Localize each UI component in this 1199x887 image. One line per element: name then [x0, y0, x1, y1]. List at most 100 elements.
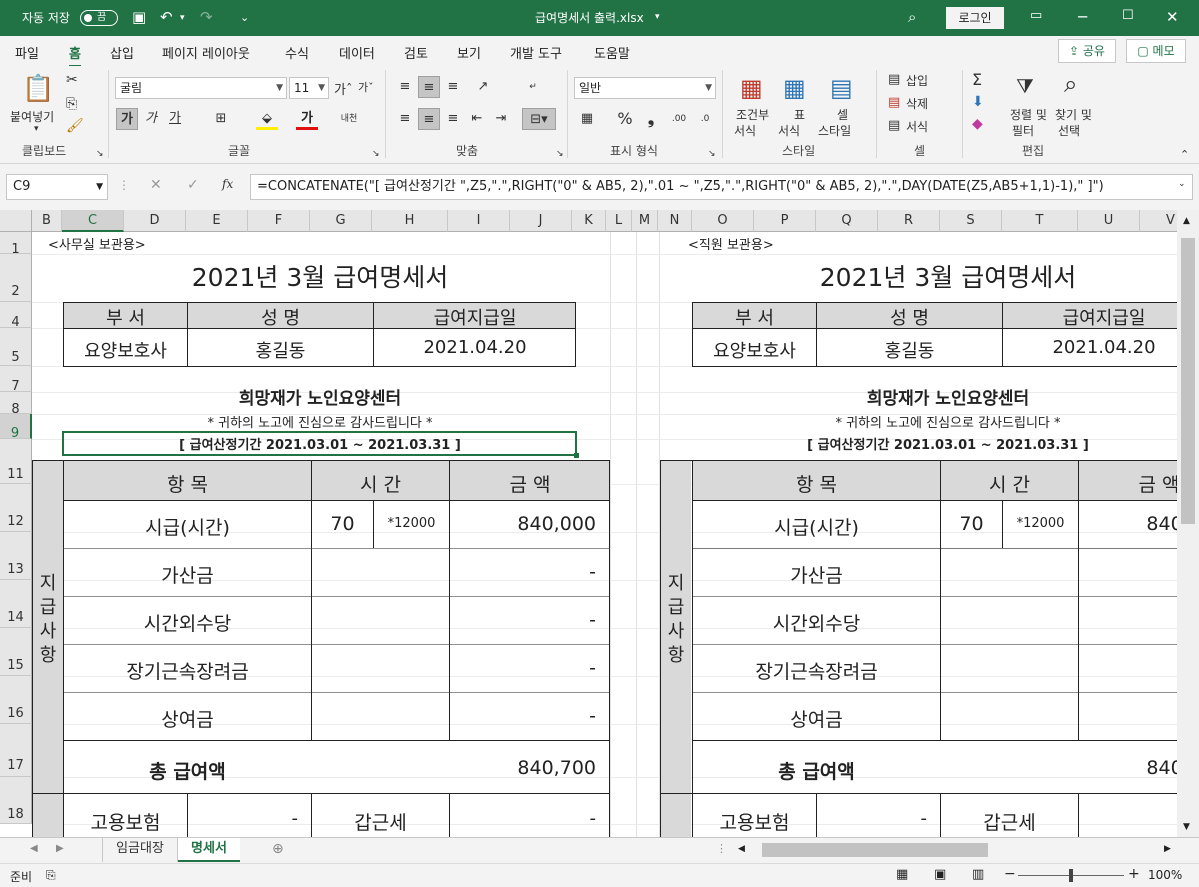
wrap-text-icon[interactable]: ↵ — [522, 76, 544, 98]
confirm-entry-icon[interactable]: ✓ — [187, 177, 199, 193]
format-cells-label[interactable]: 서식 — [906, 118, 928, 135]
horizontal-scroll-thumb[interactable] — [762, 843, 988, 857]
format-painter-icon[interactable]: 🖌 — [66, 118, 84, 134]
cut-icon[interactable]: ✂ — [66, 72, 78, 88]
sheet-tab-payroll[interactable]: 임금대장 — [102, 838, 178, 862]
undo-icon[interactable]: ↶ — [160, 8, 173, 26]
sheet-tab-payslip[interactable]: 명세서 — [178, 838, 240, 862]
conditional-format-label2[interactable]: 서식 — [734, 122, 756, 139]
align-right-icon[interactable]: ≡ — [442, 108, 464, 130]
share-button[interactable]: ⇪ 공유 — [1058, 39, 1116, 63]
add-sheet-icon[interactable]: ⊕ — [272, 841, 284, 857]
insert-cells-label[interactable]: 삽입 — [906, 72, 928, 89]
vertical-scrollbar[interactable]: ▲ ▼ — [1177, 210, 1199, 837]
insert-cells-icon[interactable]: ▤ — [888, 72, 900, 87]
align-middle-icon[interactable]: ≡ — [418, 76, 440, 98]
tab-developer[interactable]: 개발 도구 — [510, 43, 562, 62]
phonetic-icon[interactable]: 내천 — [338, 108, 360, 130]
align-top-icon[interactable]: ≡ — [394, 76, 416, 98]
tab-page-layout[interactable]: 페이지 레이아웃 — [162, 43, 250, 62]
zoom-slider-thumb[interactable] — [1069, 869, 1073, 882]
tab-home[interactable]: 홈 — [69, 43, 81, 67]
increase-font-icon[interactable]: 가ˆ — [334, 79, 352, 98]
underline-icon[interactable]: 가 — [164, 108, 186, 130]
increase-decimal-icon[interactable]: .00 — [668, 108, 690, 130]
conditional-format-icon[interactable]: ▦ — [740, 74, 763, 102]
conditional-format-label[interactable]: 조건부 — [736, 106, 769, 123]
vertical-scroll-thumb[interactable] — [1181, 238, 1195, 524]
zoom-level[interactable]: 100% — [1148, 868, 1182, 882]
decrease-decimal-icon[interactable]: .0 — [694, 108, 716, 130]
autosave-toggle[interactable]: 끔 — [80, 10, 118, 26]
percent-icon[interactable]: % — [614, 108, 636, 130]
format-as-table-label2[interactable]: 서식 — [778, 122, 800, 139]
search-icon[interactable]: ⌕ — [908, 8, 916, 26]
font-launcher-icon[interactable]: ↘ — [372, 149, 380, 159]
number-launcher-icon[interactable]: ↘ — [708, 149, 716, 159]
increase-indent-icon[interactable]: ⇥ — [490, 108, 512, 130]
tab-file[interactable]: 파일 — [15, 43, 39, 62]
sort-filter-label[interactable]: 정렬 및 — [1010, 106, 1047, 123]
save-icon[interactable]: ▣ — [132, 8, 146, 26]
scroll-left-icon[interactable]: ◀ — [738, 844, 745, 854]
paste-icon[interactable]: 📋 — [22, 74, 54, 104]
paste-dropdown-icon[interactable]: ▾ — [34, 124, 39, 134]
customize-qat-icon[interactable]: ⌄ — [240, 11, 249, 24]
prev-sheet-icon[interactable]: ◀ — [30, 843, 38, 854]
sort-filter-icon[interactable]: ⧩ — [1016, 74, 1034, 98]
zoom-in-icon[interactable]: + — [1128, 866, 1140, 882]
number-format-combo[interactable]: 일반 ▼ — [574, 77, 716, 99]
alignment-launcher-icon[interactable]: ↘ — [556, 149, 564, 159]
expand-formula-icon[interactable]: ⌄ — [1178, 179, 1186, 189]
cancel-entry-icon[interactable]: ✕ — [150, 177, 162, 193]
maximize-icon[interactable]: ☐ — [1122, 8, 1134, 23]
formula-input[interactable]: =CONCATENATE("[ 급여산정기간 ",Z5,".",RIGHT("0… — [250, 174, 1193, 200]
insert-function-icon[interactable]: fx — [222, 177, 233, 191]
cell-styles-label[interactable]: 셀 — [837, 106, 848, 123]
close-icon[interactable]: ✕ — [1166, 8, 1179, 26]
comma-icon[interactable]: ❟ — [640, 108, 662, 130]
bold-icon[interactable]: 가 — [116, 108, 138, 130]
tab-split-icon[interactable]: ⋮ — [716, 842, 727, 855]
login-button[interactable]: 로그인 — [946, 7, 1004, 29]
copy-icon[interactable]: ⎘ — [66, 96, 77, 112]
accounting-format-icon[interactable]: ▦ — [576, 108, 598, 130]
zoom-out-icon[interactable]: − — [1004, 866, 1016, 882]
orientation-icon[interactable]: ↗ — [472, 76, 494, 98]
format-as-table-icon[interactable]: ▦ — [783, 74, 806, 102]
sort-filter-label2[interactable]: 필터 — [1012, 122, 1034, 139]
autosum-icon[interactable]: Σ — [972, 70, 982, 89]
cell-styles-icon[interactable]: ▤ — [830, 74, 853, 102]
border-icon[interactable]: ⊞ — [210, 108, 232, 130]
clipboard-launcher-icon[interactable]: ↘ — [96, 149, 104, 159]
decrease-indent-icon[interactable]: ⇤ — [466, 108, 488, 130]
title-dropdown-icon[interactable]: ▾ — [655, 12, 660, 22]
tab-view[interactable]: 보기 — [457, 43, 481, 62]
clear-icon[interactable]: ◆ — [972, 116, 983, 132]
scroll-right-icon[interactable]: ▶ — [1164, 844, 1171, 854]
delete-cells-icon[interactable]: ▤ — [888, 95, 900, 110]
tab-formulas[interactable]: 수식 — [285, 43, 309, 62]
page-break-view-icon[interactable]: ▥ — [972, 867, 984, 882]
next-sheet-icon[interactable]: ▶ — [56, 843, 64, 854]
scroll-down-icon[interactable]: ▼ — [1183, 822, 1190, 832]
scroll-up-icon[interactable]: ▲ — [1183, 216, 1190, 226]
tab-insert[interactable]: 삽입 — [110, 43, 134, 62]
align-center-icon[interactable]: ≡ — [418, 108, 440, 130]
collapse-ribbon-icon[interactable]: ⌃ — [1180, 148, 1189, 161]
align-bottom-icon[interactable]: ≡ — [442, 76, 464, 98]
find-icon[interactable]: ⌕ — [1064, 70, 1077, 98]
cell-styles-label2[interactable]: 스타일 — [818, 122, 851, 139]
font-name-combo[interactable]: 굴림 ▼ — [115, 77, 287, 99]
paste-label[interactable]: 붙여넣기 — [10, 108, 54, 125]
worksheet-grid[interactable]: BCDEFGHIJKLMNOPQRSTUV 1 2 4 5 7 8 9 11 12 13 14 15 1… — [0, 210, 1199, 837]
page-layout-view-icon[interactable]: ▣ — [934, 867, 946, 882]
undo-dropdown-icon[interactable]: ▾ — [180, 13, 185, 23]
align-left-icon[interactable]: ≡ — [394, 108, 416, 130]
delete-cells-label[interactable]: 삭제 — [906, 95, 928, 112]
merge-center-icon[interactable]: ⊟▾ — [522, 108, 556, 130]
font-color-icon[interactable]: 가 — [296, 108, 318, 130]
italic-icon[interactable]: 가 — [140, 108, 162, 130]
macro-record-icon[interactable]: ⎘ — [46, 868, 56, 883]
name-box[interactable]: C9 ▼ — [6, 174, 108, 200]
